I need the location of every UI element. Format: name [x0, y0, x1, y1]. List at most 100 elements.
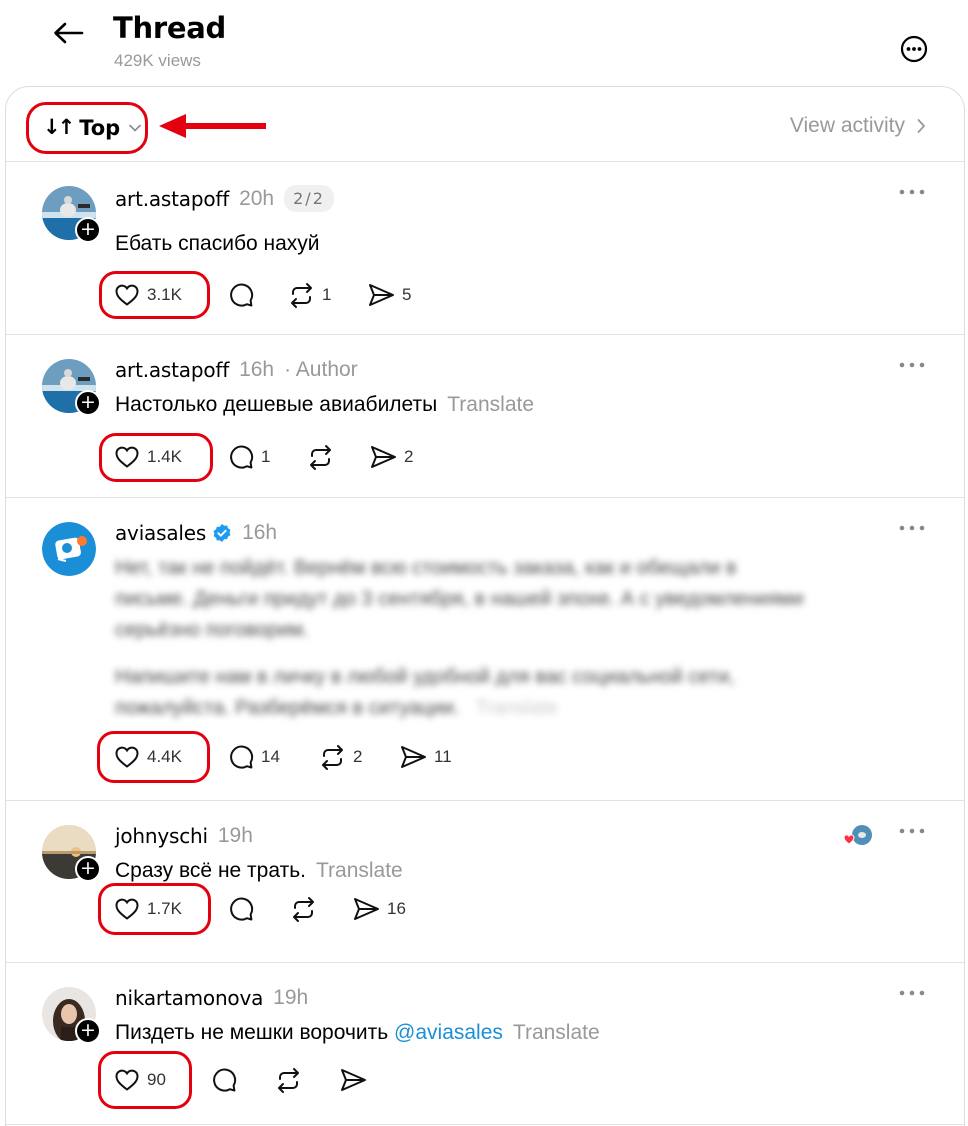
post-text: Настолько дешевые авиабилеты Translate — [115, 393, 534, 417]
share-button[interactable]: 11 — [399, 744, 452, 770]
verified-icon — [213, 524, 231, 542]
post-text: Сразу всё не трать. Translate — [115, 859, 403, 883]
reply-button[interactable]: 14 — [228, 744, 319, 770]
repost-button[interactable]: 1 — [288, 282, 367, 309]
more-dots-icon[interactable] — [898, 361, 926, 369]
post-actions: 1.4K 1 2 — [114, 443, 413, 471]
repost-button[interactable]: 2 — [319, 744, 399, 771]
share-count: 11 — [434, 747, 452, 766]
like-button[interactable]: 3.1K — [114, 283, 228, 307]
sort-dropdown[interactable]: ↓↑ Top — [26, 102, 148, 154]
back-button[interactable] — [50, 18, 86, 48]
reply-button[interactable] — [211, 1067, 275, 1093]
blurred-line: серьёзно поговорим. — [115, 619, 309, 641]
blurred-line: письме. Деньги придут до 3 сентября, в н… — [115, 588, 804, 610]
translate-link[interactable]: Translate — [475, 697, 558, 719]
repost-icon — [322, 744, 343, 770]
reply-button[interactable]: 1 — [228, 444, 307, 470]
share-button[interactable] — [339, 1067, 374, 1093]
view-activity-label: View activity — [789, 114, 905, 137]
translate-link[interactable]: Translate — [513, 1021, 600, 1044]
follow-plus-icon[interactable]: + — [75, 1018, 101, 1044]
repost-button[interactable] — [290, 896, 352, 923]
username[interactable]: johnyschi — [115, 824, 208, 848]
follow-plus-icon[interactable]: + — [75, 390, 101, 416]
like-button[interactable]: 4.4K — [114, 745, 228, 769]
post-text: Ебать спасибо нахуй — [115, 232, 320, 256]
page-title: Thread — [113, 11, 226, 45]
more-dots-icon[interactable] — [898, 524, 926, 532]
reply-post: + art.astapoff 20h 2/2 Ебать спасибо нах… — [6, 162, 964, 335]
timestamp: 19h — [273, 986, 309, 1009]
username[interactable]: aviasales — [115, 521, 206, 545]
like-button[interactable]: 90 — [114, 1068, 211, 1092]
repost-icon — [293, 896, 314, 922]
repost-button[interactable] — [307, 444, 369, 471]
chevron-down-icon — [128, 123, 142, 133]
share-count: 5 — [402, 285, 412, 304]
username[interactable]: nikartamonova — [115, 986, 263, 1010]
share-icon — [369, 284, 394, 306]
share-count: 2 — [404, 447, 414, 466]
heart-icon — [115, 284, 139, 306]
share-icon — [341, 1069, 366, 1091]
view-activity-link[interactable]: View activity — [790, 114, 926, 138]
comment-icon — [230, 745, 254, 769]
sort-arrows-icon: ↓↑ — [43, 115, 75, 139]
more-dots-icon[interactable] — [898, 989, 926, 997]
repost-icon — [291, 282, 312, 308]
back-arrow-icon — [54, 22, 84, 44]
like-button[interactable]: 1.7K — [114, 897, 228, 921]
blurred-line: пожалуйста. Разберёмся в ситуации. Trans… — [115, 693, 905, 724]
like-count: 1.7K — [147, 899, 182, 918]
comment-icon — [230, 897, 254, 921]
more-circle-icon — [900, 35, 928, 63]
sort-bar: ↓↑ Top View activity — [6, 87, 964, 162]
annotation-arrow — [159, 114, 266, 138]
post-meta: art.astapoff 16h · Author — [115, 358, 358, 382]
post-actions: 4.4K 14 2 11 — [114, 743, 452, 771]
share-button[interactable]: 2 — [369, 444, 413, 470]
thread-more-button[interactable] — [898, 33, 930, 65]
repost-icon — [310, 444, 331, 470]
chevron-right-icon — [917, 119, 926, 133]
comment-icon — [230, 445, 254, 469]
reply-post: + art.astapoff 16h · Author Настолько де… — [6, 335, 964, 498]
like-count: 90 — [147, 1070, 166, 1089]
reply-count: 1 — [261, 447, 271, 466]
post-meta: nikartamonova 19h — [115, 986, 308, 1010]
share-button[interactable]: 5 — [367, 282, 411, 308]
heart-icon — [115, 1069, 139, 1091]
username[interactable]: art.astapoff — [115, 187, 229, 211]
reply-button[interactable] — [228, 282, 288, 308]
more-dots-icon[interactable] — [898, 827, 926, 835]
blurred-line: Нет, так не пойдёт. Вернём всю стоимость… — [115, 557, 737, 579]
repost-button[interactable] — [275, 1067, 339, 1094]
post-body: Ебать спасибо нахуй — [115, 232, 320, 255]
sort-label: Top — [79, 116, 121, 140]
translate-link[interactable]: Translate — [447, 393, 534, 416]
view-count: 429K views — [114, 51, 201, 70]
translate-link[interactable]: Translate — [316, 859, 403, 882]
heart-icon — [115, 898, 139, 920]
follow-plus-icon[interactable]: + — [75, 217, 101, 243]
like-count: 3.1K — [147, 285, 182, 304]
timestamp: 16h — [239, 358, 275, 381]
repost-icon — [278, 1067, 299, 1093]
thread-header: Thread 429K views — [0, 0, 968, 88]
username[interactable]: art.astapoff — [115, 358, 229, 382]
post-body: Сразу всё не трать. — [115, 859, 306, 882]
reply-button[interactable] — [228, 896, 290, 922]
heart-icon — [115, 446, 139, 468]
timestamp: 20h — [239, 186, 275, 210]
like-button[interactable]: 1.4K — [114, 445, 228, 469]
mention-link[interactable]: @aviasales — [394, 1021, 503, 1044]
share-button[interactable]: 16 — [352, 896, 406, 922]
more-dots-icon[interactable] — [898, 188, 926, 196]
share-icon — [371, 446, 396, 468]
blurred-post-text: Нет, так не пойдёт. Вернём всю стоимость… — [115, 553, 905, 724]
heart-icon — [115, 746, 139, 768]
timestamp: 19h — [217, 824, 253, 847]
avatar[interactable] — [42, 522, 96, 576]
follow-plus-icon[interactable]: + — [75, 856, 101, 882]
